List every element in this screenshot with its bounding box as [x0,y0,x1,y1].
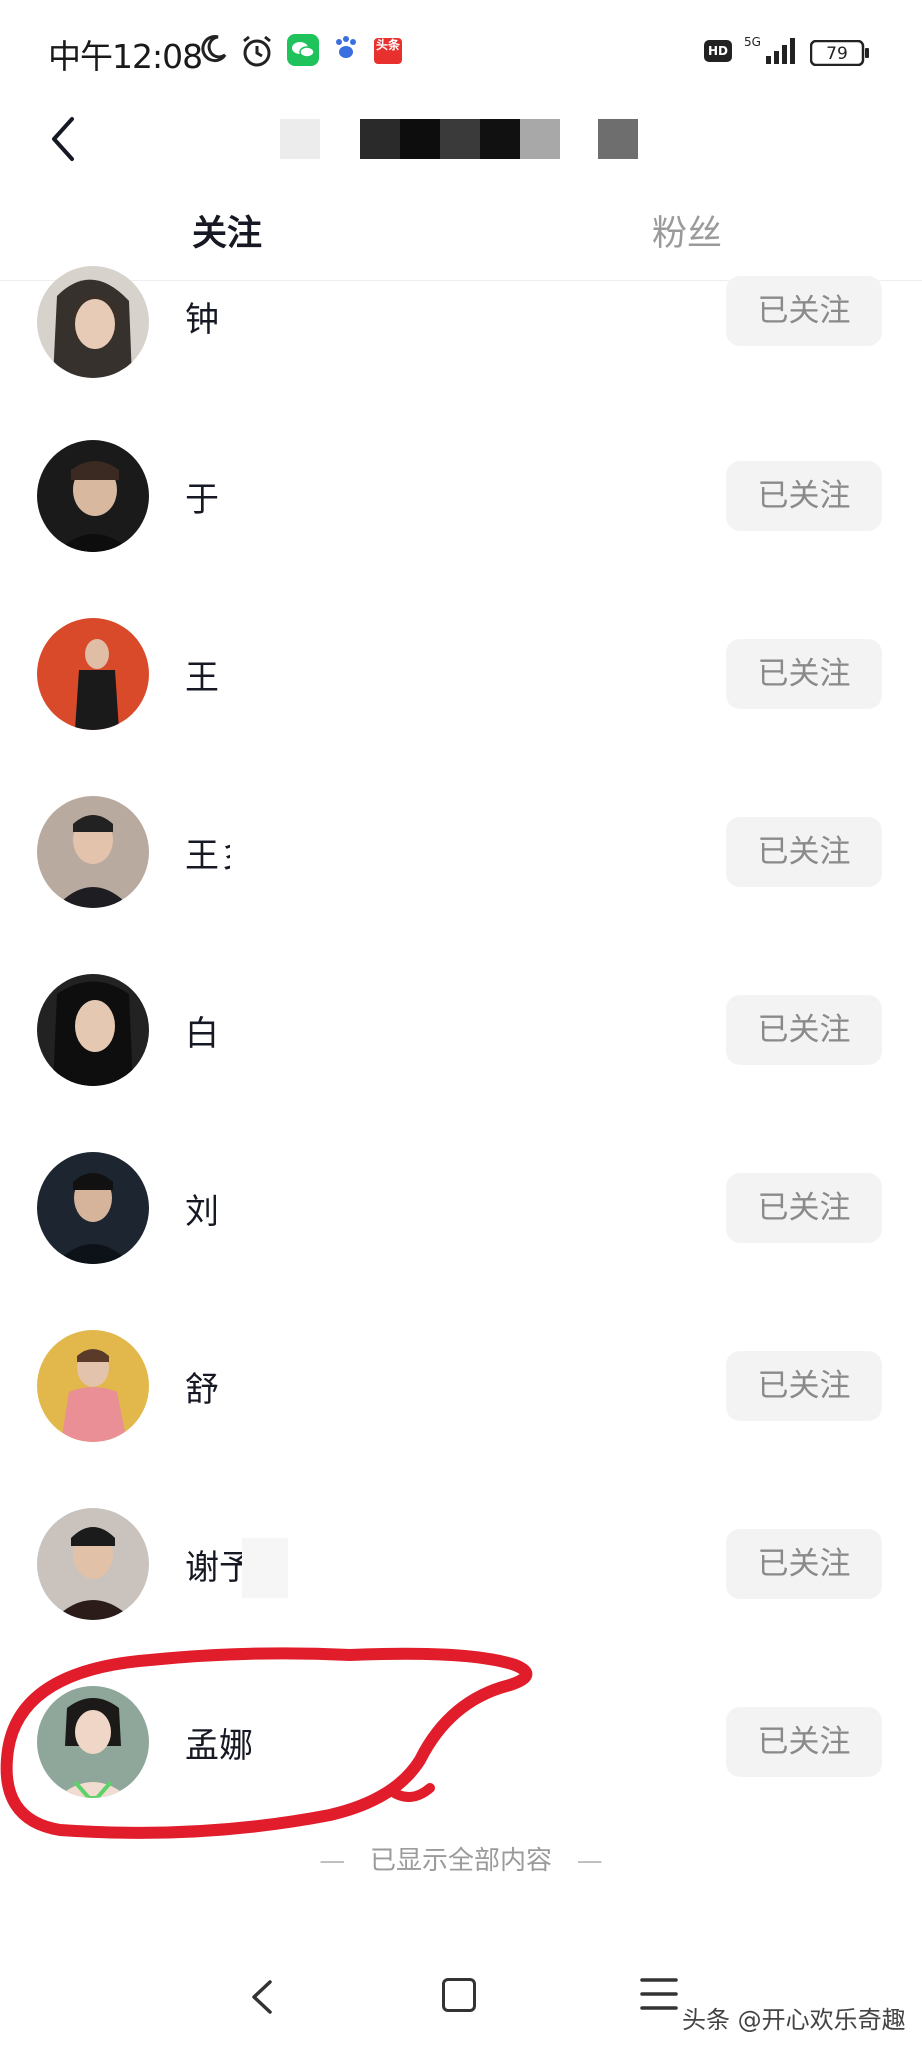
toutiao-app-icon: 头条 [374,38,402,64]
avatar[interactable] [37,1686,149,1798]
user-name[interactable]: 白 [185,1006,219,1055]
censored-title-block [360,119,400,159]
name-mask [226,470,296,530]
user-name[interactable]: 于 [185,472,219,521]
back-chevron-icon[interactable] [44,111,84,167]
end-dash-left: — [319,1846,346,1876]
following-button[interactable]: 已关注 [726,1529,882,1599]
list-item[interactable]: 钟 已关注 [0,266,922,458]
list-item[interactable]: 于 已关注 [0,440,922,618]
censored-title [280,119,320,159]
alarm-icon [243,35,271,67]
baidu-paw-icon [336,36,356,58]
list-item[interactable]: 王彡 已关注 [0,796,922,974]
header [0,105,922,195]
list-item[interactable]: 谢予 已关注 [0,1508,922,1686]
censored-title-block [480,119,520,159]
following-button[interactable]: 已关注 [726,461,882,531]
end-dash-right: — [576,1846,603,1876]
tab-bar: 关注 粉丝 [0,195,922,281]
list-item[interactable]: 白 已关注 [0,974,922,1152]
avatar[interactable] [37,1152,149,1264]
following-button[interactable]: 已关注 [726,995,882,1065]
avatar[interactable] [37,796,149,908]
end-of-list-text: — 已显示全部内容 — [0,1840,922,1877]
list-item[interactable]: 孟娜 已关注 [0,1686,922,1864]
battery-icon: 79 [810,40,869,66]
following-button[interactable]: 已关注 [726,276,882,346]
user-name[interactable]: 舒 [185,1362,219,1411]
avatar[interactable] [37,618,149,730]
list-item[interactable]: 王 已关注 [0,618,922,796]
following-button[interactable]: 已关注 [726,817,882,887]
nav-menu-icon[interactable] [640,1976,678,2012]
name-mask [220,1004,290,1064]
name-mask [226,290,296,350]
name-mask [230,1360,300,1420]
wechat-icon [287,34,319,66]
user-name[interactable]: 刘 [185,1184,219,1233]
avatar[interactable] [37,1330,149,1442]
name-mask [216,1182,286,1242]
battery-level: 79 [826,44,848,64]
tab-following[interactable]: 关注 [192,205,262,256]
nav-home-icon[interactable] [442,1978,476,2012]
avatar[interactable] [37,440,149,552]
censored-title-block [400,119,440,159]
following-button[interactable]: 已关注 [726,1351,882,1421]
network-label: 5G [744,35,761,49]
name-mask [242,1538,288,1598]
watermark: 头条 @开心欢乐奇趣 [682,2006,906,2034]
following-button[interactable]: 已关注 [726,1173,882,1243]
censored-title-block [598,119,638,159]
avatar[interactable] [37,266,149,378]
censored-title-block [520,119,560,159]
following-button[interactable]: 已关注 [726,639,882,709]
hd-icon: HD [704,40,732,62]
user-name[interactable]: 孟娜 [185,1718,253,1767]
user-name[interactable]: 钟 [185,292,219,341]
end-label: 已显示全部内容 [369,1846,552,1876]
status-bar: 中午12:08 头条 HD 5G 79 [0,0,922,105]
user-name[interactable]: 王 [185,650,219,699]
status-time: 中午12:08 [48,37,203,76]
system-navigation-bar: 头条 @开心欢乐奇趣 [0,1940,922,2048]
list-item[interactable]: 舒 已关注 [0,1330,922,1508]
nav-back-icon[interactable] [248,1978,276,2016]
avatar[interactable] [37,1508,149,1620]
signal-5g-icon: 5G [744,35,795,64]
following-button[interactable]: 已关注 [726,1707,882,1777]
tab-fans[interactable]: 粉丝 [652,205,722,256]
censored-title-block [440,119,480,159]
list-item[interactable]: 刘 已关注 [0,1152,922,1330]
name-mask [218,648,288,708]
name-mask [230,826,300,886]
avatar[interactable] [37,974,149,1086]
moon-icon [201,35,227,63]
